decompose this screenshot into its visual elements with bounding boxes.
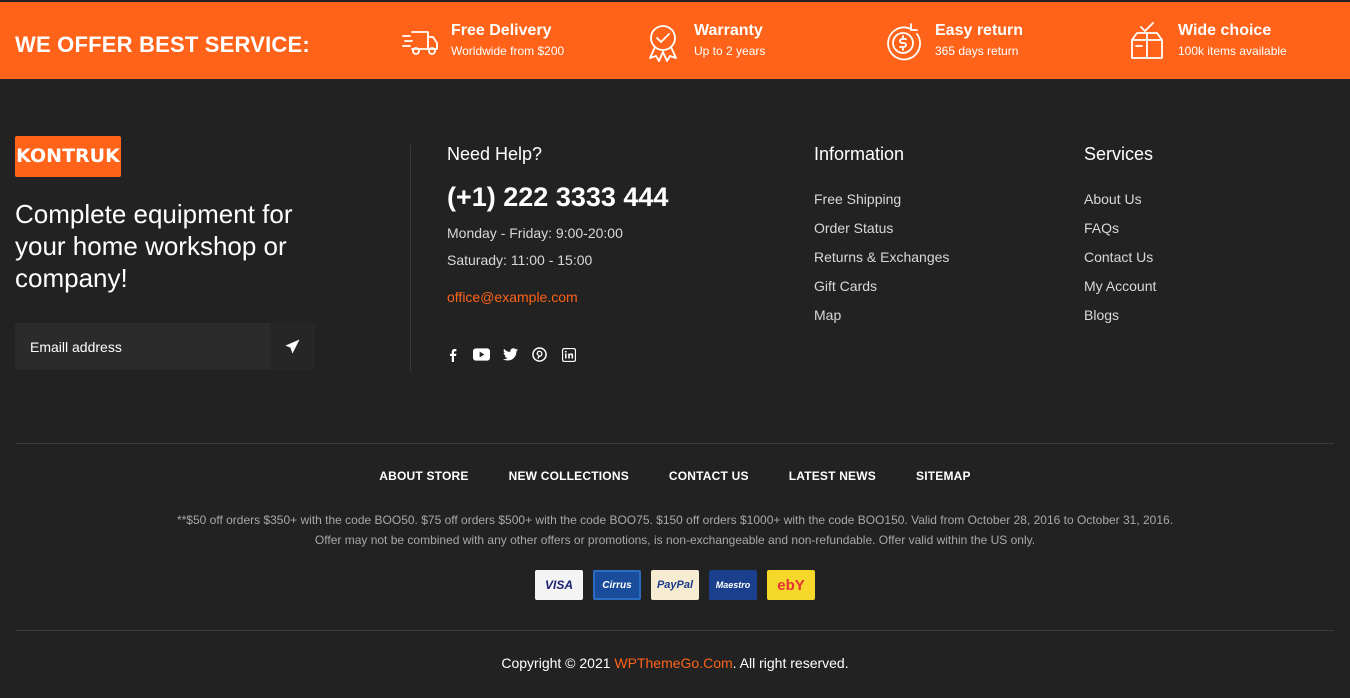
- information-title: Information: [814, 144, 905, 164]
- link-free-shipping[interactable]: Free Shipping: [814, 190, 949, 219]
- service-bar-title: WE OFFER BEST SERVICE:: [15, 32, 310, 57]
- help-title: Need Help?: [447, 144, 543, 164]
- service-title: Warranty: [694, 22, 763, 39]
- cirrus-icon: Cirrus: [593, 570, 641, 600]
- twitter-icon[interactable]: [502, 346, 519, 363]
- link-returns-exchanges[interactable]: Returns & Exchanges: [814, 248, 949, 277]
- information-links: Free Shipping Order Status Returns & Exc…: [814, 190, 949, 335]
- services-links: About Us FAQs Contact Us My Account Blog…: [1084, 190, 1156, 335]
- link-order-status[interactable]: Order Status: [814, 219, 949, 248]
- help-email-link[interactable]: office@example.com: [447, 289, 578, 305]
- copyright-prefix: Copyright © 2021: [501, 655, 615, 671]
- newsletter-form: [15, 323, 315, 370]
- email-input[interactable]: [15, 323, 270, 370]
- link-about-us[interactable]: About Us: [1084, 190, 1156, 219]
- linkedin-icon[interactable]: [560, 346, 577, 363]
- service-title: Easy return: [935, 22, 1024, 39]
- subscribe-button[interactable]: [270, 323, 315, 370]
- send-icon: [285, 339, 300, 354]
- maestro-icon: Maestro: [709, 570, 757, 600]
- nav-sitemap[interactable]: SITEMAP: [916, 469, 971, 483]
- payment-methods: VISA Cirrus PayPal Maestro ebY: [535, 570, 815, 600]
- copyright-suffix: . All right reserved.: [732, 655, 849, 671]
- pinterest-icon[interactable]: [531, 346, 548, 363]
- nav-new-collections[interactable]: NEW COLLECTIONS: [509, 469, 629, 483]
- youtube-icon[interactable]: [473, 346, 490, 363]
- services-title: Services: [1084, 144, 1154, 164]
- divider-top: [15, 443, 1334, 444]
- logo[interactable]: KONTRUK: [15, 136, 121, 177]
- tagline: Complete equipment for your home worksho…: [15, 199, 293, 293]
- service-title: Free Delivery: [451, 22, 552, 39]
- dollar-return-icon: [887, 23, 921, 61]
- column-divider: [410, 145, 411, 371]
- service-subtitle: 365 days return: [935, 44, 1019, 58]
- link-gift-cards[interactable]: Gift Cards: [814, 277, 949, 306]
- service-subtitle: Up to 2 years: [694, 44, 766, 58]
- copyright-brand-link[interactable]: WPThemeGo.Com: [614, 655, 732, 671]
- paypal-icon: PayPal: [651, 570, 699, 600]
- nav-latest-news[interactable]: LATEST NEWS: [789, 469, 876, 483]
- service-subtitle: 100k items available: [1178, 44, 1287, 58]
- service-subtitle: Worldwide from $200: [451, 44, 565, 58]
- link-blogs[interactable]: Blogs: [1084, 306, 1156, 335]
- bottom-nav: ABOUT STORE NEW COLLECTIONS CONTACT US L…: [0, 469, 1350, 483]
- copyright: Copyright © 2021 WPThemeGo.Com. All righ…: [0, 655, 1350, 671]
- hours-saturday: Saturady: 11:00 - 15:00: [447, 252, 593, 268]
- visa-icon: VISA: [535, 570, 583, 600]
- nav-contact-us[interactable]: CONTACT US: [669, 469, 749, 483]
- link-my-account[interactable]: My Account: [1084, 277, 1156, 306]
- service-title: Wide choice: [1178, 22, 1272, 39]
- facebook-icon[interactable]: [444, 346, 461, 363]
- truck-icon: [402, 31, 438, 55]
- box-icon: [1131, 22, 1163, 59]
- help-phone[interactable]: (+1) 222 3333 444: [447, 182, 668, 213]
- link-contact-us[interactable]: Contact Us: [1084, 248, 1156, 277]
- ebay-icon: ebY: [767, 570, 815, 600]
- link-faqs[interactable]: FAQs: [1084, 219, 1156, 248]
- hours-weekday: Monday - Friday: 9:00-20:00: [447, 225, 623, 241]
- award-icon: [649, 25, 677, 62]
- divider-bottom: [15, 630, 1334, 631]
- link-map[interactable]: Map: [814, 306, 949, 335]
- service-bar: WE OFFER BEST SERVICE: Free Delivery Wor…: [0, 2, 1350, 79]
- social-links: [444, 346, 577, 363]
- nav-about-store[interactable]: ABOUT STORE: [379, 469, 468, 483]
- disclaimer-text: **$50 off orders $350+ with the code BOO…: [176, 513, 1174, 547]
